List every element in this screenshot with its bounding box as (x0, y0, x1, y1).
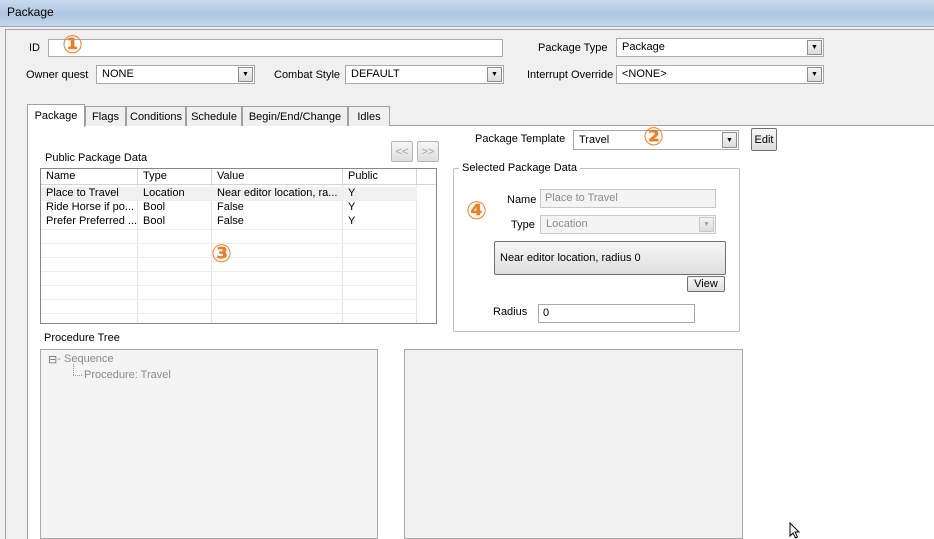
combat-style-label: Combat Style (274, 69, 341, 81)
radius-label: Radius (493, 306, 528, 318)
interrupt-override-label: Interrupt Override (527, 69, 614, 81)
collapse-icon[interactable]: ⊟ (48, 353, 57, 366)
edit-button[interactable]: Edit (751, 128, 777, 151)
table-cell: Place to Travel (46, 187, 119, 199)
table-cell: Bool (143, 215, 166, 227)
chevron-down-icon[interactable]: ▼ (807, 67, 822, 82)
table-row[interactable]: Ride Horse if po... Bool False Y (41, 201, 417, 215)
table-cell: Prefer Preferred ... (46, 215, 138, 227)
table-cell: Y (348, 187, 356, 199)
id-field[interactable] (48, 39, 503, 57)
annotation-marker-4: ④ (466, 197, 488, 225)
owner-quest-label: Owner quest (26, 69, 89, 81)
next-button[interactable]: >> (417, 141, 439, 162)
owner-quest-dropdown[interactable]: NONE ▼ (96, 65, 255, 84)
annotation-marker-3: ③ (211, 240, 233, 268)
tree-connector (73, 375, 82, 376)
name-label: Name (507, 194, 537, 206)
tree-node-sequence[interactable]: Sequence (64, 353, 114, 365)
grid-line (41, 299, 417, 300)
table-cell: Ride Horse if po... (46, 201, 135, 213)
table-cell: False (217, 215, 244, 227)
tab-conditions[interactable]: Conditions (126, 106, 186, 126)
chevron-down-icon[interactable]: ▼ (238, 67, 253, 82)
location-button[interactable]: Near editor location, radius 0 (494, 241, 726, 275)
package-type-value: Package (622, 41, 665, 53)
name-field: Place to Travel (540, 189, 716, 208)
procedure-detail-panel (404, 349, 743, 539)
column-header-type[interactable]: Type (138, 169, 212, 185)
package-template-value: Travel (579, 134, 610, 146)
table-cell: Bool (143, 201, 166, 213)
tree-node-procedure[interactable]: Procedure: Travel (84, 369, 171, 381)
selected-package-data-title: Selected Package Data (459, 162, 580, 174)
radius-field[interactable]: 0 (538, 304, 695, 323)
view-button[interactable]: View (687, 276, 725, 292)
column-header-public[interactable]: Public (343, 169, 417, 185)
grid-line (41, 271, 417, 272)
column-header-name[interactable]: Name (41, 169, 138, 185)
public-package-data-label: Public Package Data (45, 152, 148, 164)
id-label: ID (29, 42, 40, 54)
package-type-label: Package Type (538, 42, 608, 54)
chevron-down-icon[interactable]: ▼ (807, 40, 822, 55)
annotation-marker-1: ① (62, 31, 84, 59)
public-package-data-table[interactable]: Name Type Value Public Place to Travel L… (40, 168, 437, 324)
tree-connector: - (57, 353, 61, 365)
table-cell: Location (143, 187, 185, 199)
type-label: Type (511, 219, 535, 231)
tab-begin-end-change[interactable]: Begin/End/Change (242, 106, 348, 126)
previous-button[interactable]: << (391, 141, 413, 162)
owner-quest-value: NONE (102, 68, 134, 80)
grid-line (41, 313, 417, 314)
procedure-tree[interactable]: ⊟ - Sequence Procedure: Travel (40, 349, 378, 539)
table-cell: Y (348, 215, 356, 227)
procedure-tree-label: Procedure Tree (44, 332, 120, 344)
interrupt-override-value: <NONE> (622, 68, 667, 80)
table-row[interactable]: Prefer Preferred ... Bool False Y (41, 215, 417, 229)
combat-style-dropdown[interactable]: DEFAULT ▼ (345, 65, 504, 84)
combat-style-value: DEFAULT (351, 68, 400, 80)
tab-idles[interactable]: Idles (348, 106, 390, 126)
column-header-value[interactable]: Value (212, 169, 343, 185)
type-value: Location (546, 218, 588, 230)
type-dropdown: Location ▼ (540, 215, 716, 234)
table-cell: False (217, 201, 244, 213)
title-bar (0, 0, 934, 26)
table-header: Name Type Value Public (41, 169, 436, 185)
mouse-cursor-icon (789, 522, 801, 539)
grid-line (41, 229, 417, 230)
interrupt-override-dropdown[interactable]: <NONE> ▼ (616, 65, 824, 84)
tree-connector (73, 364, 74, 375)
table-cell: Y (348, 201, 356, 213)
chevron-down-icon[interactable]: ▼ (722, 132, 737, 148)
tab-schedule[interactable]: Schedule (186, 106, 242, 126)
table-row[interactable]: Place to Travel Location Near editor loc… (41, 187, 417, 201)
grid-line (41, 285, 417, 286)
chevron-down-icon[interactable]: ▼ (487, 67, 502, 82)
table-cell: Near editor location, ra... (217, 187, 338, 199)
tab-flags[interactable]: Flags (85, 106, 126, 126)
chevron-down-icon: ▼ (699, 217, 714, 232)
window-title: Package (7, 5, 54, 19)
package-type-dropdown[interactable]: Package ▼ (616, 38, 824, 57)
annotation-marker-2: ② (643, 123, 665, 151)
package-template-label: Package Template (475, 133, 566, 145)
tab-package[interactable]: Package (27, 104, 85, 127)
